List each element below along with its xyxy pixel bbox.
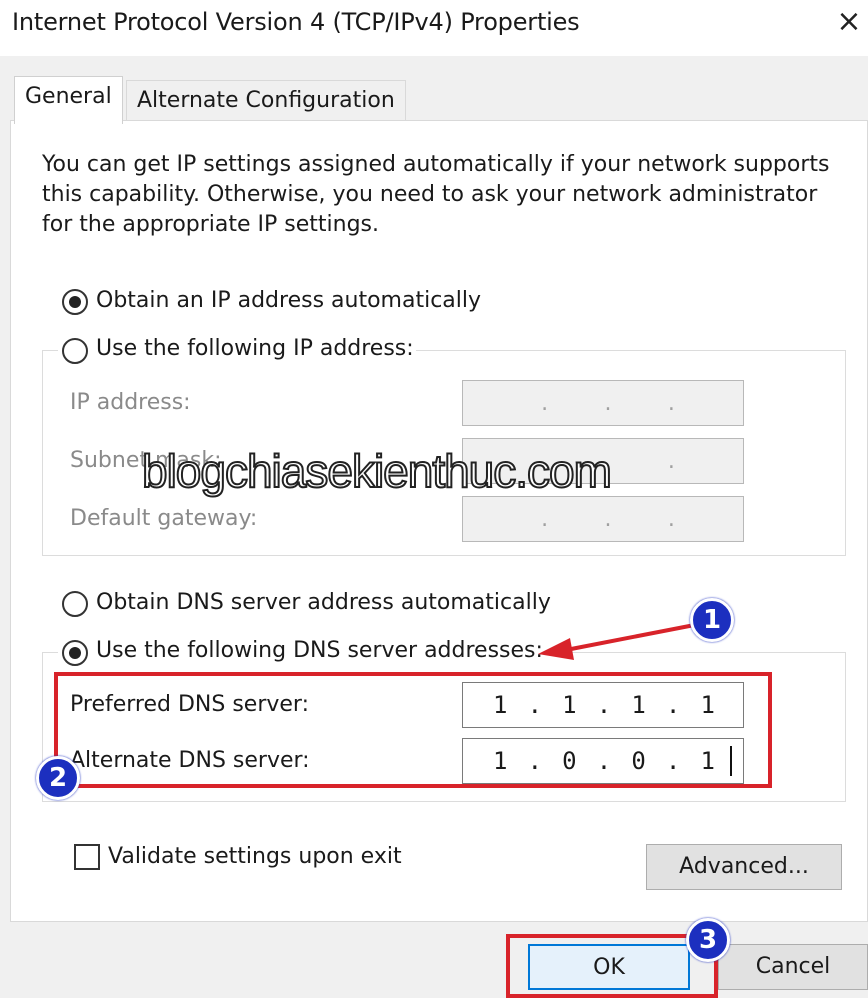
annotation-badge-3: 3 bbox=[686, 918, 730, 962]
radio-use-following-dns[interactable] bbox=[62, 640, 88, 666]
validate-checkbox[interactable] bbox=[74, 844, 100, 870]
radio-obtain-ip-auto[interactable] bbox=[62, 289, 88, 315]
watermark-text: blogchiasekienthuc.com bbox=[141, 444, 613, 498]
dialog-title: Internet Protocol Version 4 (TCP/IPv4) P… bbox=[12, 8, 580, 36]
radio-obtain-dns-auto[interactable] bbox=[62, 591, 88, 617]
cancel-button[interactable]: Cancel bbox=[718, 944, 868, 990]
tab-general[interactable]: General bbox=[14, 76, 123, 124]
ip-address-field[interactable]: ... bbox=[462, 380, 744, 426]
radio-obtain-dns-auto-label[interactable]: Obtain DNS server address automatically bbox=[96, 588, 551, 618]
radio-obtain-ip-auto-label[interactable]: Obtain an IP address automatically bbox=[96, 286, 481, 316]
validate-checkbox-label[interactable]: Validate settings upon exit bbox=[108, 842, 402, 872]
default-gateway-field[interactable]: ... bbox=[462, 496, 744, 542]
highlight-dns-fields bbox=[54, 672, 772, 788]
radio-use-following-dns-label[interactable]: Use the following DNS server addresses: bbox=[96, 636, 543, 666]
radio-use-following-ip-label[interactable]: Use the following IP address: bbox=[96, 334, 414, 364]
radio-use-following-ip[interactable] bbox=[62, 338, 88, 364]
intro-text: You can get IP settings assigned automat… bbox=[42, 152, 830, 237]
annotation-badge-2: 2 bbox=[36, 756, 80, 800]
tab-alternate-configuration[interactable]: Alternate Configuration bbox=[126, 80, 406, 120]
default-gateway-label: Default gateway: bbox=[70, 506, 258, 531]
close-icon[interactable]: × bbox=[834, 4, 864, 40]
advanced-button[interactable]: Advanced... bbox=[646, 844, 842, 890]
annotation-badge-1: 1 bbox=[690, 598, 734, 642]
ip-address-label: IP address: bbox=[70, 390, 191, 415]
